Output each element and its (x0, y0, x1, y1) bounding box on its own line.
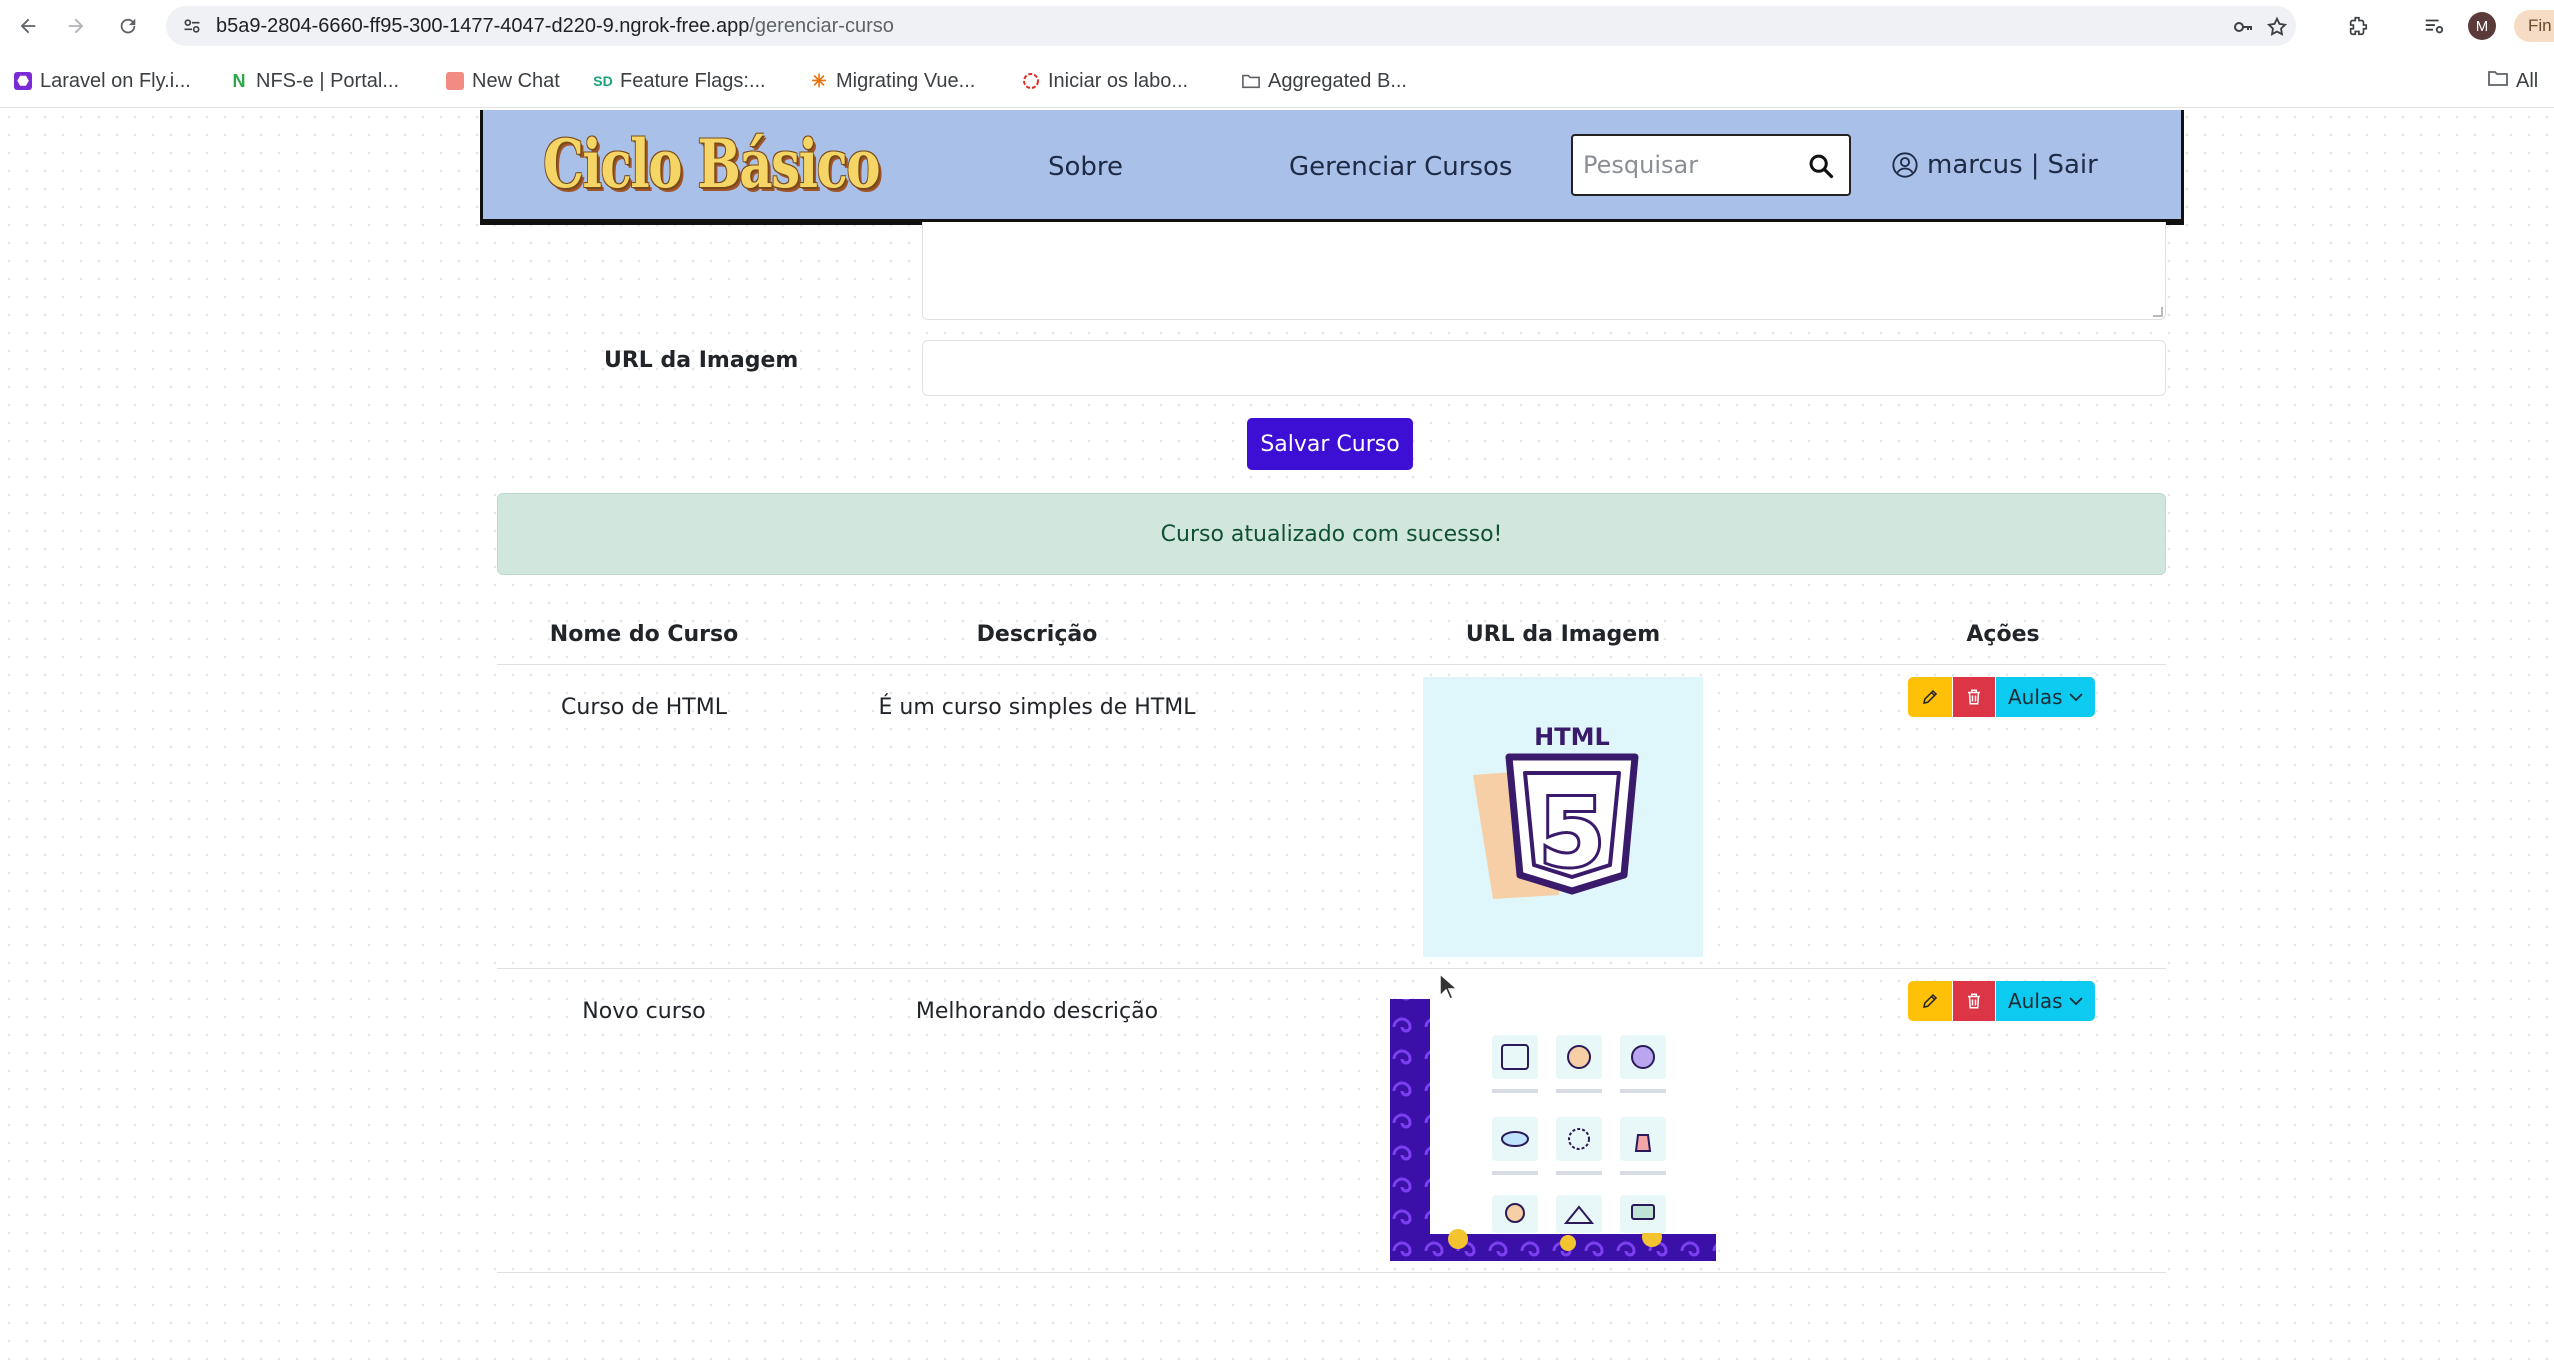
table-row: Novo curso Melhorando descrição Aulas (497, 969, 2166, 1273)
course-description: É um curso simples de HTML (878, 695, 1196, 720)
bookmark-item[interactable]: ✳ Migrating Vue... (810, 66, 975, 96)
mouse-cursor-icon (1439, 972, 1459, 1000)
bookmark-label: Feature Flags:... (620, 69, 766, 92)
trash-icon (1968, 689, 1980, 705)
bookmark-item[interactable]: New Chat (446, 66, 560, 96)
bookmark-item[interactable]: Iniciar os labo... (1022, 66, 1188, 96)
course-image-novo (1390, 979, 1736, 1261)
password-key-icon[interactable] (2230, 14, 2256, 40)
column-header-description: Descrição (976, 622, 1098, 647)
bookmark-item[interactable]: N NFS-e | Portal... (230, 66, 400, 96)
chevron-down-icon (2068, 693, 2083, 702)
column-header-image-url: URL da Imagem (1465, 622, 1661, 647)
all-bookmarks-label: All (2516, 69, 2539, 92)
url-text[interactable]: b5a9-2804-6660-ff95-300-1477-4047-d220-9… (216, 15, 894, 38)
aulas-label: Aulas (2008, 685, 2063, 709)
nav-link-sobre[interactable]: Sobre (1048, 152, 1123, 182)
aulas-label: Aulas (2008, 989, 2063, 1013)
aulas-dropdown-button[interactable]: Aulas (1996, 677, 2095, 717)
row-actions: Aulas (1908, 677, 2095, 717)
column-header-name: Nome do Curso (549, 622, 739, 647)
course-image-html: HTML 5 (1423, 677, 1703, 957)
chat-favicon-icon (446, 72, 464, 90)
bookmark-label: NFS-e | Portal... (256, 69, 400, 92)
site-navbar: Ciclo Básico Sobre Gerenciar Cursos marc… (480, 110, 2184, 222)
user-circle-icon (1892, 152, 1918, 178)
delete-button[interactable] (1952, 677, 1996, 717)
delete-button[interactable] (1952, 981, 1996, 1021)
row-actions: Aulas (1908, 981, 2095, 1021)
table-header-row: Nome do Curso Descrição URL da Imagem Aç… (497, 600, 2166, 665)
alert-message: Curso atualizado com sucesso! (1160, 521, 1503, 547)
search-icon[interactable] (1807, 152, 1835, 180)
browser-toolbar: b5a9-2804-6660-ff95-300-1477-4047-d220-9… (0, 0, 2554, 52)
course-description: Melhorando descrição (915, 999, 1159, 1024)
course-name: Novo curso (582, 999, 706, 1024)
course-thumbnail-icon (1390, 979, 1736, 1261)
all-bookmarks-button[interactable]: All (2488, 66, 2538, 96)
trash-icon (1968, 993, 1980, 1009)
save-course-button[interactable]: Salvar Curso (1247, 418, 1413, 470)
image-url-input[interactable] (922, 340, 2166, 396)
feature-flags-favicon-icon: SD (593, 73, 613, 89)
profile-avatar[interactable]: M (2468, 12, 2496, 40)
courses-table: Nome do Curso Descrição URL da Imagem Aç… (497, 600, 2166, 1273)
edit-button[interactable] (1908, 677, 1952, 717)
bookmarks-bar: ⬣ Laravel on Fly.i... N NFS-e | Portal..… (0, 52, 2554, 108)
reload-icon[interactable] (110, 10, 146, 42)
user-separator: | (2030, 150, 2040, 180)
resize-handle-icon[interactable] (2153, 307, 2163, 317)
chevron-down-icon (2068, 997, 2083, 1006)
table-row: Curso de HTML É um curso simples de HTML… (497, 665, 2166, 969)
circle-favicon-icon (1022, 72, 1040, 90)
logout-link[interactable]: Sair (2047, 150, 2097, 180)
bookmark-folder[interactable]: Aggregated B... (1242, 66, 1407, 96)
pencil-icon (1923, 993, 1938, 1008)
nfse-favicon-icon: N (232, 70, 246, 91)
bookmark-label: Migrating Vue... (836, 69, 976, 92)
asterisk-favicon-icon: ✳ (811, 70, 827, 91)
user-menu: marcus | Sair (1891, 150, 2098, 180)
back-arrow-icon[interactable] (10, 10, 46, 42)
success-alert: Curso atualizado com sucesso! (497, 493, 2166, 575)
pencil-icon (1923, 689, 1938, 704)
bookmark-item[interactable]: ⬣ Laravel on Fly.i... (14, 66, 191, 96)
bookmark-label: Aggregated B... (1268, 69, 1407, 92)
nav-link-gerenciar-cursos[interactable]: Gerenciar Cursos (1289, 152, 1512, 182)
bookmark-star-icon[interactable] (2264, 14, 2290, 40)
laravel-favicon-icon: ⬣ (14, 72, 32, 90)
bookmark-label: Iniciar os labo... (1048, 69, 1189, 92)
extensions-icon[interactable] (2342, 10, 2374, 42)
bookmark-label: Laravel on Fly.i... (40, 69, 191, 92)
description-textarea[interactable] (922, 222, 2166, 320)
app-icons-grid (1492, 1035, 1666, 1233)
username-label[interactable]: marcus (1927, 150, 2023, 180)
brand-logo[interactable]: Ciclo Básico (543, 124, 881, 204)
image-url-label: URL da Imagem (604, 348, 799, 373)
bookmark-item[interactable]: SD Feature Flags:... (593, 66, 766, 96)
folder-icon (1242, 72, 1260, 90)
folder-icon (2488, 69, 2508, 93)
course-name: Curso de HTML (561, 695, 727, 720)
html-logo-label: HTML (1534, 723, 1610, 751)
url-path: /gerenciar-curso (749, 15, 894, 37)
aulas-dropdown-button[interactable]: Aulas (1996, 981, 2095, 1021)
edit-button[interactable] (1908, 981, 1952, 1021)
url-domain: b5a9-2804-6660-ff95-300-1477-4047-d220-9… (216, 15, 750, 37)
forward-arrow-icon[interactable] (58, 10, 94, 42)
address-bar[interactable]: b5a9-2804-6660-ff95-300-1477-4047-d220-9… (166, 6, 2296, 46)
search-box (1571, 134, 1851, 196)
html5-logo-icon: HTML 5 (1473, 723, 1639, 899)
find-button[interactable]: Fin (2514, 10, 2554, 42)
search-input[interactable] (1583, 148, 1793, 182)
column-header-actions: Ações (1966, 622, 2040, 647)
html5-digit: 5 (1539, 779, 1604, 888)
bookmark-label: New Chat (472, 69, 560, 92)
tab-search-icon[interactable] (2418, 10, 2450, 42)
site-settings-icon[interactable] (180, 14, 204, 38)
